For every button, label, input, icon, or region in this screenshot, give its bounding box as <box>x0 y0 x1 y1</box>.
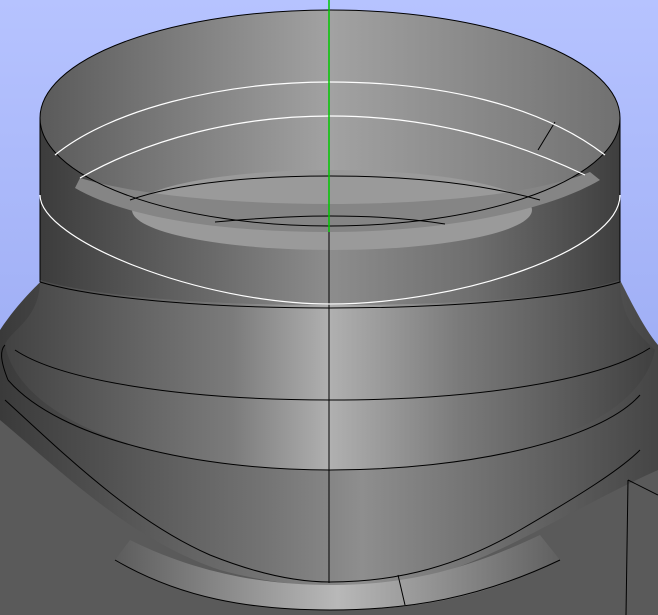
cad-scene[interactable] <box>0 0 658 615</box>
3d-viewport[interactable] <box>0 0 658 615</box>
